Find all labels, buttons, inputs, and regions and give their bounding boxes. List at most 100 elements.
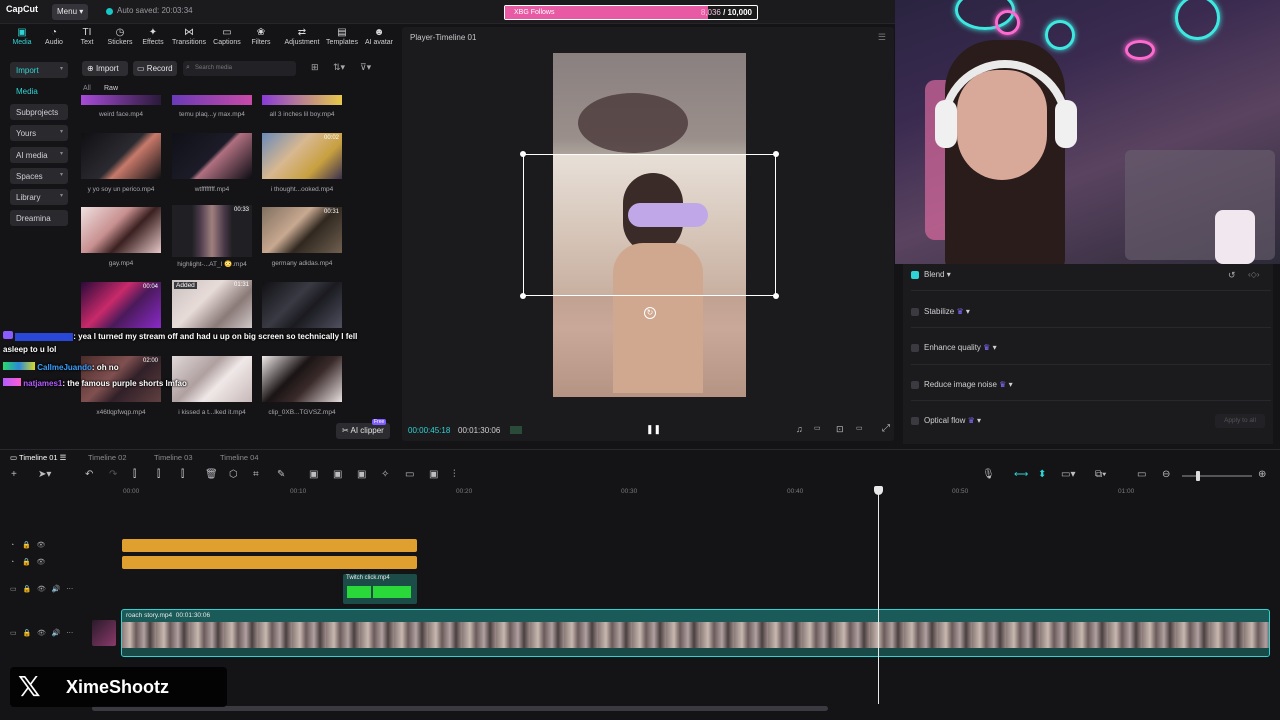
media-thumb[interactable]: 00:33 <box>172 205 252 257</box>
track-controls[interactable]: ◔ 🔒 👁 <box>10 541 45 549</box>
split-icon[interactable]: ⫿ <box>133 469 136 480</box>
sidenav-ai-media[interactable]: AI media ▾ <box>10 147 68 163</box>
clip-filmstrip <box>122 622 1269 648</box>
filter-icon[interactable]: ⊽▾ <box>360 62 371 73</box>
fullscreen-icon[interactable]: ⤢ <box>882 423 890 434</box>
mirror-icon[interactable]: ▣ <box>357 469 366 480</box>
tab-adjustment[interactable]: ⇄ Adjustment <box>281 27 323 46</box>
sidenav-subprojects[interactable]: Subprojects <box>10 104 68 120</box>
zoom-in-icon[interactable]: ⊕ <box>1258 469 1266 480</box>
audio-settings-icon[interactable]: ♫ <box>796 424 803 434</box>
sidenav-spaces[interactable]: Spaces ▾ <box>10 168 68 184</box>
main-video-clip[interactable]: roach story.mp4 00:01:30:06 <box>121 609 1270 657</box>
timeline-ruler[interactable]: 00:00 00:10 00:20 00:30 00:40 00:50 01:0… <box>90 486 1280 500</box>
tab-ai-avatar[interactable]: ☻ AI avatar <box>360 27 398 46</box>
media-thumb[interactable]: 00:02 <box>262 133 342 179</box>
pen-icon[interactable]: ✎ <box>277 469 285 480</box>
captions-icon: ▭ <box>222 27 232 38</box>
compound-icon[interactable]: ⧉▾ <box>1095 469 1106 480</box>
snap-icon[interactable]: ⬍ <box>1038 469 1046 480</box>
shield-icon[interactable]: ⬡ <box>229 469 238 480</box>
tab-timeline-03[interactable]: Timeline 03 <box>154 453 193 462</box>
cover-thumb[interactable] <box>92 620 116 646</box>
zoom-slider[interactable] <box>1182 475 1252 477</box>
sidenav-dreamina[interactable]: Dreamina <box>10 210 68 226</box>
ratio-icon[interactable]: ▭ <box>856 424 863 432</box>
tab-templates[interactable]: ▤ Templates <box>323 27 361 46</box>
media-thumb[interactable]: Added 01:31 <box>172 280 252 328</box>
text-clip[interactable] <box>122 539 417 552</box>
playhead[interactable] <box>878 488 879 704</box>
media-thumb[interactable] <box>172 95 252 105</box>
media-thumb[interactable] <box>81 95 161 105</box>
magic-icon[interactable]: ✧ <box>381 469 389 480</box>
link-icon[interactable]: ⟷ <box>1014 469 1028 480</box>
record-button[interactable]: ▭ Record <box>133 61 177 76</box>
track-controls[interactable]: ▭ 🔒 👁 🔊 ⋯ <box>10 585 73 593</box>
sidenav-import[interactable]: Import ▾ <box>10 62 68 78</box>
redo-icon[interactable]: ↷ <box>109 469 117 480</box>
tab-timeline-04[interactable]: Timeline 04 <box>220 453 259 462</box>
sidenav-library[interactable]: Library ▾ <box>10 189 68 205</box>
zoom-out-icon[interactable]: ⊖ <box>1162 469 1170 480</box>
tab-timeline-02[interactable]: Timeline 02 <box>88 453 127 462</box>
full-icon[interactable]: ▭ <box>814 424 821 432</box>
transitions-icon: ⋈ <box>184 27 194 38</box>
track-controls[interactable]: ▭ 🔒 👁 🔊 ⋯ <box>10 629 73 637</box>
crop-icon[interactable]: ⌗ <box>253 469 259 480</box>
tab-timeline-01[interactable]: ▭ Timeline 01 ☰ <box>10 453 66 462</box>
grid-view-icon[interactable]: ⊞ <box>311 62 319 73</box>
apply-all-button[interactable]: Apply to all <box>1215 414 1265 428</box>
import-button[interactable]: ⊕ Import <box>82 61 128 76</box>
keyframe-icon[interactable]: ‹◇› <box>1248 270 1259 279</box>
track-controls[interactable]: ◔ 🔒 👁 <box>10 558 45 566</box>
undo-icon[interactable]: ↶ <box>85 469 93 480</box>
tab-media[interactable]: ▣ Media <box>5 27 39 46</box>
reverse-icon[interactable]: ▣ <box>333 469 342 480</box>
filter-raw[interactable]: Raw <box>104 85 118 92</box>
filter-all[interactable]: All <box>83 85 91 92</box>
selection-box[interactable] <box>520 151 779 299</box>
pause-icon[interactable]: ❚❚ <box>646 424 661 435</box>
microphone-icon[interactable]: 🎙 <box>982 469 995 480</box>
screenshot-icon[interactable]: ⊡ <box>836 424 844 435</box>
tab-captions[interactable]: ▭ Captions <box>210 27 244 46</box>
media-thumb[interactable] <box>81 133 161 179</box>
caption-tool-icon[interactable]: ▭ <box>405 469 414 480</box>
media-thumb[interactable]: 00:31 <box>262 207 342 253</box>
reset-icon[interactable]: ↺ <box>1228 270 1236 281</box>
tab-effects[interactable]: ✦ Effects <box>136 27 170 46</box>
player-menu-icon[interactable]: ☰ <box>878 32 886 43</box>
media-thumb[interactable] <box>262 356 342 402</box>
tab-text[interactable]: TI Text <box>70 27 104 46</box>
rotate-icon[interactable]: ↻ <box>644 307 656 319</box>
tab-transitions[interactable]: ⋈ Transitions <box>172 27 206 46</box>
preview-axis-icon[interactable]: ▭▾ <box>1061 469 1075 480</box>
sidenav-media[interactable]: Media <box>10 83 68 99</box>
media-thumb[interactable] <box>262 95 342 105</box>
freeze-icon[interactable]: ▣ <box>309 469 318 480</box>
caption-track-icon[interactable]: ▭ <box>1137 469 1146 480</box>
sort-icon[interactable]: ⇅▾ <box>333 62 345 73</box>
add-track-icon[interactable]: + <box>11 469 17 480</box>
select-tool-icon[interactable]: ➤▾ <box>38 469 51 480</box>
tab-audio[interactable]: ◔ Audio <box>37 27 71 46</box>
tab-filters[interactable]: ❀ Filters <box>244 27 278 46</box>
ai-clipper-button[interactable]: ✂ AI clipper <box>336 423 390 439</box>
zoom-slider-handle[interactable] <box>1196 471 1200 481</box>
sidenav-yours[interactable]: Yours ▾ <box>10 125 68 141</box>
media-thumb[interactable]: 00:04 <box>81 282 161 328</box>
twitch-clip[interactable]: Twitch click.mp4 <box>343 574 417 604</box>
remove-bg-icon[interactable]: ▣ <box>429 469 438 480</box>
search-input[interactable]: Search media <box>183 61 296 76</box>
media-thumb[interactable] <box>262 282 342 328</box>
text-clip[interactable] <box>122 556 417 569</box>
split-right-icon[interactable]: ⫿ <box>181 469 184 480</box>
audio-split-icon[interactable]: ⫶ <box>453 469 456 480</box>
media-thumb[interactable] <box>172 133 252 179</box>
tab-stickers[interactable]: ◷ Stickers <box>103 27 137 46</box>
delete-icon[interactable]: 🗑 <box>205 469 218 480</box>
media-thumb[interactable] <box>81 207 161 253</box>
menu-button[interactable]: Menu ▾ <box>52 4 88 20</box>
split-left-icon[interactable]: ⫿ <box>157 469 160 480</box>
